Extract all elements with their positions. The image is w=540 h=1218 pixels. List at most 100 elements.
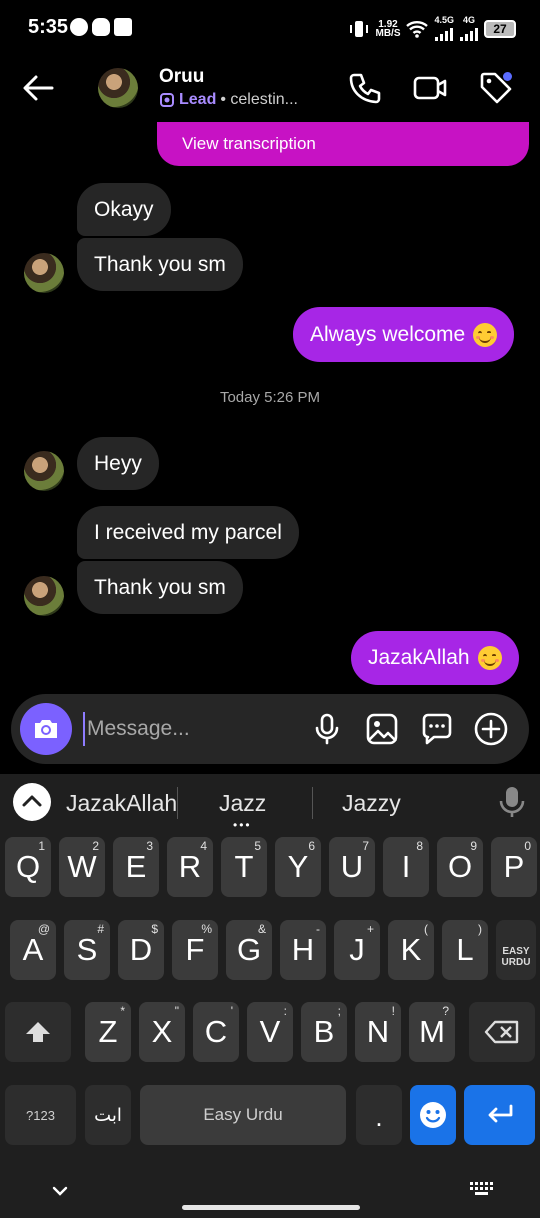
message-incoming[interactable]: Thank you sm	[77, 238, 243, 291]
chevron-down-icon[interactable]	[50, 1184, 70, 1198]
key-n[interactable]: N!	[355, 1002, 401, 1062]
tag-button[interactable]	[478, 70, 514, 106]
message-outgoing[interactable]: JazakAllah	[351, 631, 519, 685]
voice-typing-button[interactable]	[496, 784, 528, 820]
key-secondary-label: )	[478, 922, 482, 936]
period-key[interactable]: .	[356, 1085, 402, 1145]
key-a[interactable]: A @	[10, 920, 56, 980]
key-w[interactable]: W2	[59, 837, 105, 897]
video-call-button[interactable]	[412, 70, 448, 106]
key-label: I	[401, 849, 411, 884]
key-secondary-label: 9	[470, 839, 477, 853]
key-d[interactable]: D $	[118, 920, 164, 980]
key-q[interactable]: Q1	[5, 837, 51, 897]
key-label: V	[259, 1014, 281, 1049]
notification-dot	[503, 72, 512, 81]
keyboard-switch-icon[interactable]	[470, 1182, 494, 1196]
message-outgoing[interactable]: Always welcome	[293, 307, 515, 362]
key-p[interactable]: P0	[491, 837, 537, 897]
enter-key[interactable]	[464, 1085, 535, 1145]
suggestion-item[interactable]: JazakAllah	[66, 790, 177, 817]
key-label: Z	[98, 1014, 118, 1049]
backspace-icon	[484, 1020, 519, 1044]
easy-urdu-label: EASY URDU	[501, 946, 531, 968]
key-label: M	[419, 1014, 445, 1049]
wifi-icon	[406, 20, 429, 38]
backspace-key[interactable]	[469, 1002, 535, 1062]
key-r[interactable]: R4	[167, 837, 213, 897]
key-s[interactable]: S #	[64, 920, 110, 980]
back-arrow-icon	[23, 75, 54, 101]
shift-key[interactable]	[5, 1002, 71, 1062]
key-label: X	[151, 1014, 173, 1049]
suggestion-item[interactable]: Jazz	[219, 790, 266, 817]
message-input[interactable]	[83, 712, 293, 746]
voice-message-button[interactable]	[309, 711, 345, 747]
key-label: Q	[15, 849, 41, 884]
key-u[interactable]: U7	[329, 837, 375, 897]
key-x[interactable]: X "	[139, 1002, 185, 1062]
chat-header: Oruu Lead • celestin...	[0, 56, 540, 122]
key-label: T	[234, 849, 254, 884]
gallery-button[interactable]	[364, 711, 400, 747]
key-v[interactable]: V:	[247, 1002, 293, 1062]
back-button[interactable]	[18, 70, 58, 106]
more-options-button[interactable]	[473, 711, 509, 747]
key-i[interactable]: I8	[383, 837, 429, 897]
key-t[interactable]: T5	[221, 837, 267, 897]
signal-1: 4.5G	[434, 16, 454, 41]
suggestion-item[interactable]: Jazzy	[342, 790, 401, 817]
camera-button[interactable]	[20, 703, 72, 755]
key-c[interactable]: C '	[193, 1002, 239, 1062]
symbols-key[interactable]: ?123	[5, 1085, 76, 1145]
key-o[interactable]: O9	[437, 837, 483, 897]
snapchat-icon	[92, 18, 110, 36]
message-incoming[interactable]: Okayy	[77, 183, 171, 236]
message-text: Always welcome	[310, 322, 466, 346]
key-secondary-label: ?	[442, 1004, 449, 1018]
contact-name[interactable]: Oruu	[159, 66, 204, 88]
key-secondary-label: #	[97, 922, 104, 936]
key-m[interactable]: M?	[409, 1002, 455, 1062]
lead-label: Lead	[179, 91, 217, 108]
urdu-key[interactable]: ابت	[85, 1085, 131, 1145]
message-incoming[interactable]: Thank you sm	[77, 561, 243, 614]
call-button[interactable]	[346, 70, 382, 106]
easy-urdu-key[interactable]: EASY URDU	[496, 920, 536, 980]
key-g[interactable]: G &	[226, 920, 272, 980]
key-k[interactable]: K(	[388, 920, 434, 980]
key-b[interactable]: B;	[301, 1002, 347, 1062]
keyboard-expand-button[interactable]	[13, 783, 51, 821]
key-j[interactable]: J +	[334, 920, 380, 980]
key-l[interactable]: L)	[442, 920, 488, 980]
space-key[interactable]: Easy Urdu	[140, 1085, 346, 1145]
key-secondary-label: 6	[308, 839, 315, 853]
key-label: D	[129, 932, 153, 967]
message-incoming[interactable]: Heyy	[77, 437, 159, 490]
emoji-key[interactable]	[410, 1085, 456, 1145]
view-transcription-link[interactable]: View transcription	[157, 122, 529, 166]
sticker-button[interactable]	[419, 711, 455, 747]
message-avatar[interactable]	[24, 576, 64, 616]
contact-subtitle[interactable]: Lead • celestin...	[159, 91, 298, 109]
key-secondary-label: 0	[524, 839, 531, 853]
key-f[interactable]: F%	[172, 920, 218, 980]
home-indicator[interactable]	[182, 1205, 360, 1210]
key-secondary-label: 5	[254, 839, 261, 853]
key-h[interactable]: H-	[280, 920, 326, 980]
contact-avatar[interactable]	[98, 68, 138, 108]
message-avatar[interactable]	[24, 253, 64, 293]
plus-icon	[474, 712, 508, 746]
lead-icon	[160, 93, 174, 107]
key-secondary-label: &	[257, 922, 266, 936]
gallery-icon	[366, 713, 398, 745]
key-e[interactable]: E3	[113, 837, 159, 897]
more-suggestions-icon[interactable]: •••	[233, 819, 252, 831]
key-secondary-label: "	[174, 1004, 179, 1018]
key-y[interactable]: Y6	[275, 837, 321, 897]
key-label: A	[22, 932, 44, 967]
message-incoming[interactable]: I received my parcel	[77, 506, 299, 559]
message-avatar[interactable]	[24, 451, 64, 491]
key-z[interactable]: Z *	[85, 1002, 131, 1062]
keyboard: JazakAllah Jazz ••• Jazzy Q1W2E3R4T5Y6U7…	[0, 774, 540, 1218]
